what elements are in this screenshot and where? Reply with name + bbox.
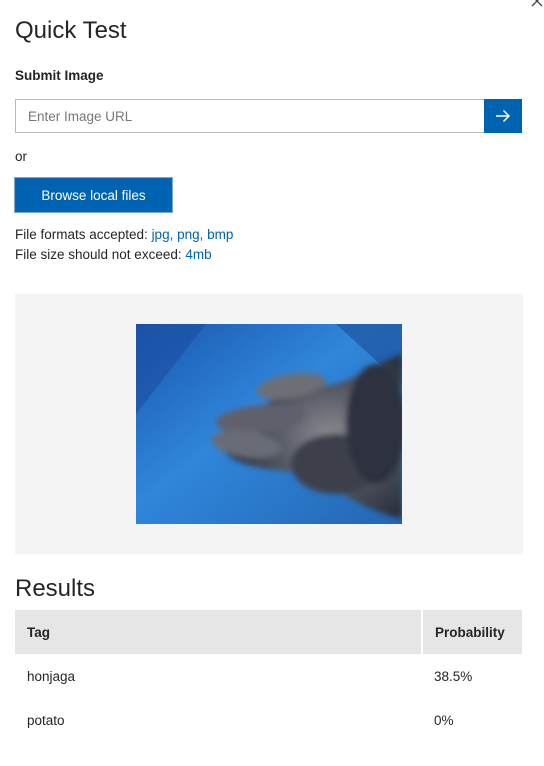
column-header-probability: Probability [422,610,522,654]
results-title: Results [15,575,96,602]
close-icon[interactable] [530,0,544,8]
file-formats-info: File formats accepted: jpg, png, bmp [15,226,233,244]
browse-local-files-button[interactable]: Browse local files [15,178,172,212]
results-table: Tag Probability honjaga 38.5% potato 0% [15,610,522,742]
table-row: potato 0% [15,698,522,742]
preview-photo [136,324,402,524]
file-formats-link[interactable]: jpg, png, bmp [152,227,234,242]
or-separator: or [15,149,28,164]
arrow-right-icon [496,109,511,123]
file-formats-label: File formats accepted: [15,227,152,242]
file-size-info: File size should not exceed: 4mb [15,246,212,264]
url-input-row [15,99,522,133]
submit-url-button[interactable] [484,99,522,133]
probability-cell: 38.5% [434,668,473,684]
column-header-tag: Tag [15,610,423,654]
tag-cell: potato [27,712,65,728]
results-header-row: Tag Probability [15,610,522,654]
quick-test-panel: Quick Test Submit Image or Browse local … [0,0,544,766]
file-size-label: File size should not exceed: [15,247,186,262]
tag-cell: honjaga [27,668,76,684]
table-row: honjaga 38.5% [15,654,522,698]
file-size-link[interactable]: 4mb [185,247,211,262]
submit-image-label: Submit Image [15,68,104,83]
image-preview-area [15,294,523,554]
preview-image [136,324,402,524]
probability-cell: 0% [434,712,454,728]
page-title: Quick Test [15,17,127,44]
close-icon-glyph [531,0,543,7]
image-url-input[interactable] [15,99,484,133]
